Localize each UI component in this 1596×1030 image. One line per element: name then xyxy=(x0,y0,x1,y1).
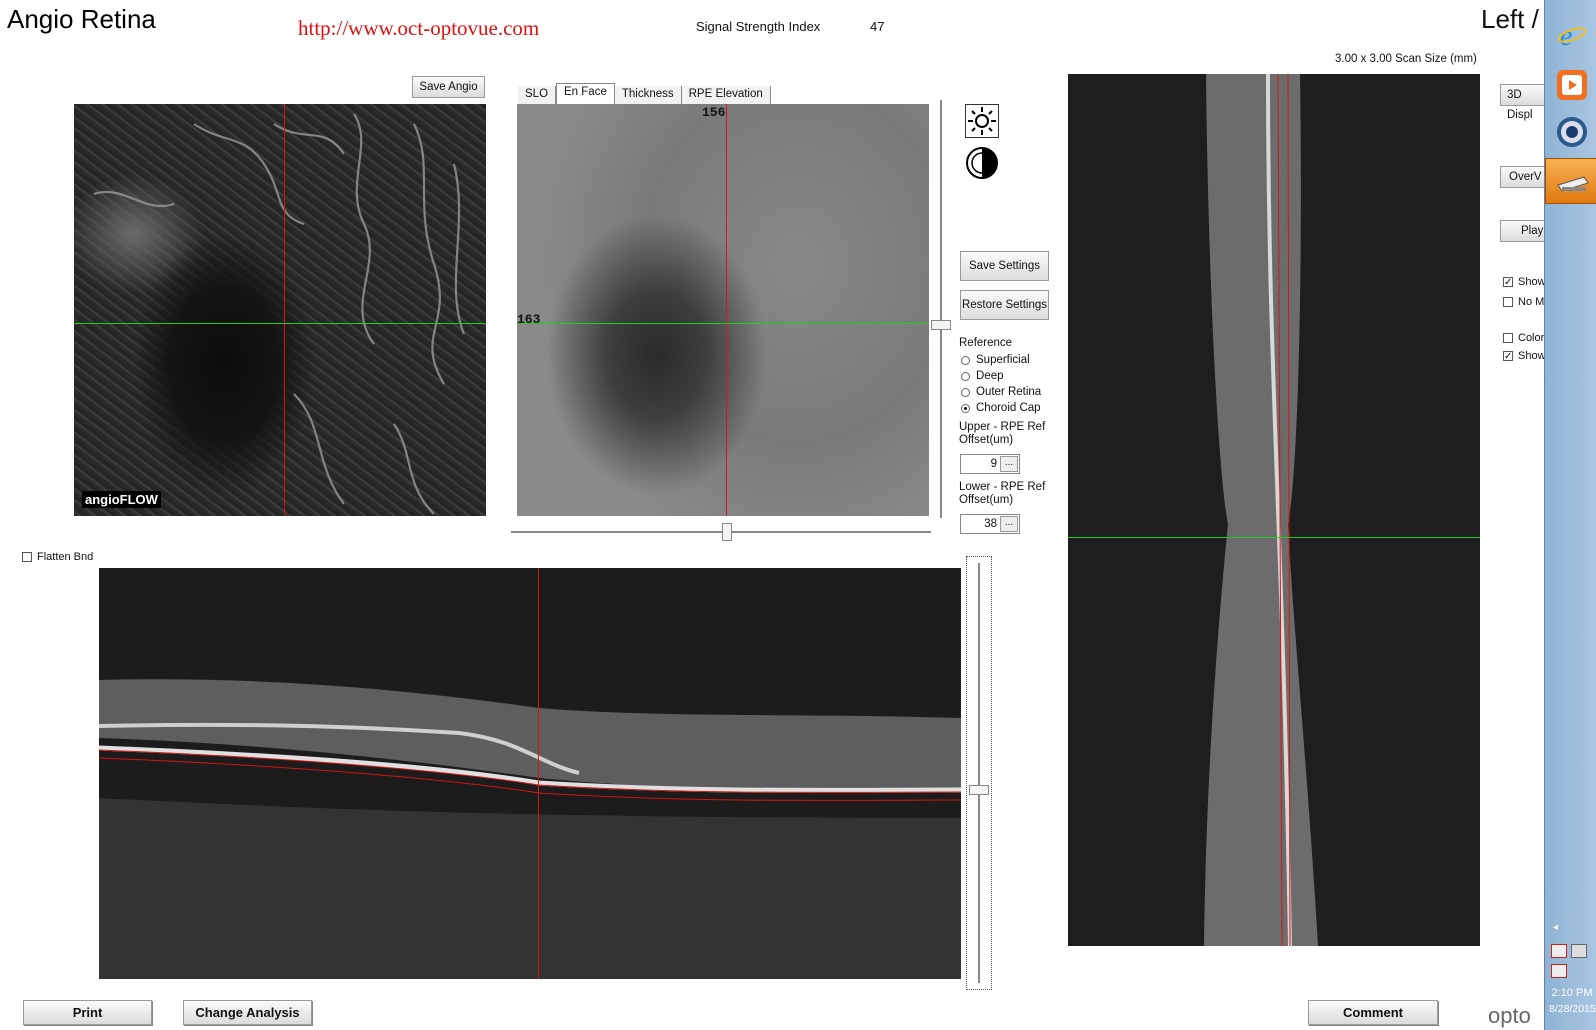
radio-dot-selected xyxy=(961,403,970,413)
radio-choroid-cap[interactable]: Choroid Cap xyxy=(961,400,1041,416)
angio-vessel-pattern xyxy=(93,113,466,515)
vertical-bscan-layers xyxy=(1204,74,1318,946)
vertical-bscan-image[interactable] xyxy=(1068,74,1480,946)
lower-offset-field[interactable]: 38 ... xyxy=(960,514,1020,534)
angio-horizontal-cursor xyxy=(74,323,486,324)
radio-dot xyxy=(961,387,970,397)
checkbox-label: Flatten Bnd xyxy=(37,551,94,563)
enface-tabs: SLO En Face Thickness RPE Elevation xyxy=(518,83,771,105)
radio-dot xyxy=(961,371,970,381)
tab-slo[interactable]: SLO xyxy=(518,86,557,104)
radio-label: Deep xyxy=(976,370,1004,382)
clock-date[interactable]: 8/28/2015 xyxy=(1549,1003,1596,1015)
clock-time[interactable]: 2:10 PM xyxy=(1549,987,1595,999)
checkbox-box xyxy=(1503,333,1513,343)
display-icon[interactable] xyxy=(1571,944,1587,958)
lower-offset-ellipsis-button[interactable]: ... xyxy=(1000,516,1018,532)
flatten-bnd-checkbox[interactable]: Flatten Bnd xyxy=(22,551,93,563)
bscan-vertical-slider[interactable] xyxy=(966,556,992,990)
oct-app-taskbar-button[interactable] xyxy=(1545,158,1596,204)
network-error-icon[interactable] xyxy=(1551,944,1567,958)
bscan-image[interactable] xyxy=(99,568,961,979)
contrast-icon[interactable] xyxy=(965,146,999,180)
bscan-retina-layers xyxy=(99,679,961,979)
save-settings-button[interactable]: Save Settings xyxy=(960,251,1049,281)
show-checkbox-1[interactable]: ✓ Show xyxy=(1503,276,1546,288)
restore-settings-button[interactable]: Restore Settings xyxy=(960,290,1049,320)
radio-label: Choroid Cap xyxy=(976,402,1041,414)
depth-vertical-slider-thumb[interactable] xyxy=(931,320,951,330)
overview-button[interactable]: OverV xyxy=(1500,166,1550,188)
enface-horizontal-slider-thumb[interactable] xyxy=(722,523,732,541)
website-url: http://www.oct-optovue.com xyxy=(298,16,540,40)
checkbox-box-checked: ✓ xyxy=(1503,277,1513,288)
bscan-slider-track xyxy=(978,563,980,983)
radio-label: Outer Retina xyxy=(976,386,1042,398)
bscan-slider-thumb[interactable] xyxy=(969,785,989,795)
radio-outer-retina[interactable]: Outer Retina xyxy=(961,384,1041,400)
optovue-brand: opto xyxy=(1488,1003,1531,1028)
comment-button[interactable]: Comment xyxy=(1308,1000,1438,1025)
enface-top-marker: 156 xyxy=(702,105,726,120)
signal-strength-value: 47 xyxy=(870,19,885,34)
enface-image[interactable]: 156 163 xyxy=(517,104,929,516)
volume-muted-icon[interactable] xyxy=(1551,964,1567,978)
enface-horizontal-slider-track[interactable] xyxy=(511,531,931,533)
checkbox-box-checked: ✓ xyxy=(1503,351,1513,362)
depth-vertical-slider-track[interactable] xyxy=(940,100,942,518)
show-checkbox-2[interactable]: ✓ Show xyxy=(1503,350,1546,362)
brightness-icon[interactable] xyxy=(965,104,999,138)
reference-options: Superficial Deep Outer Retina Choroid Ca… xyxy=(961,352,1041,416)
checkbox-label: Show xyxy=(1518,350,1546,362)
vertical-bscan-horizontal-cursor xyxy=(1068,537,1480,538)
upper-offset-field[interactable]: 9 ... xyxy=(960,454,1020,474)
lower-offset-label: Lower - RPE Ref Offset(um) xyxy=(959,481,1046,506)
color-checkbox[interactable]: Color xyxy=(1503,332,1544,344)
checkbox-box xyxy=(22,552,32,562)
tab-en-face[interactable]: En Face xyxy=(556,83,615,105)
enface-horizontal-cursor xyxy=(517,323,929,324)
bscan-vertical-cursor xyxy=(538,568,539,979)
upper-offset-value: 9 xyxy=(990,458,997,470)
radio-label: Superficial xyxy=(976,354,1030,366)
save-angio-button[interactable]: Save Angio xyxy=(412,76,485,98)
enface-left-marker: 163 xyxy=(517,312,541,327)
angio-vertical-cursor xyxy=(284,104,285,516)
show-hidden-icons-chevron-icon[interactable]: ◂ xyxy=(1553,922,1558,933)
radio-deep[interactable]: Deep xyxy=(961,368,1041,384)
checkbox-box xyxy=(1503,297,1513,307)
no-m-checkbox[interactable]: No M xyxy=(1503,296,1544,308)
checkbox-label: Show xyxy=(1518,276,1546,288)
print-button[interactable]: Print xyxy=(23,1000,152,1025)
eye-label: Left / xyxy=(1481,4,1539,34)
scanner-icon xyxy=(1557,176,1589,192)
checkbox-label: Color xyxy=(1518,332,1545,344)
angioflow-logo: angioFLOW xyxy=(82,491,161,508)
play-button[interactable]: Play xyxy=(1500,220,1550,242)
angio-flow-image[interactable]: angioFLOW xyxy=(74,104,486,516)
reference-label: Reference xyxy=(959,337,1013,349)
lower-offset-value: 38 xyxy=(984,518,997,530)
change-analysis-button[interactable]: Change Analysis xyxy=(183,1000,312,1025)
signal-strength-label: Signal Strength Index xyxy=(696,19,821,34)
windows-taskbar: e ◂ 2:10 PM 8/28/2015 xyxy=(1544,0,1596,1030)
scan-size-label: 3.00 x 3.00 Scan Size (mm) xyxy=(1335,53,1477,65)
upper-offset-label: Upper - RPE Ref Offset(um) xyxy=(959,421,1046,446)
tab-rpe-elevation[interactable]: RPE Elevation xyxy=(681,86,771,104)
checkbox-label: No M xyxy=(1518,296,1545,308)
media-player-icon[interactable] xyxy=(1557,70,1587,100)
enface-vertical-cursor xyxy=(726,104,727,516)
radio-dot xyxy=(961,355,970,365)
app-title: Angio Retina xyxy=(7,4,156,34)
3d-display-button[interactable]: 3D Displ xyxy=(1500,84,1550,121)
internet-explorer-icon[interactable]: e xyxy=(1557,20,1587,52)
radio-superficial[interactable]: Superficial xyxy=(961,352,1041,368)
upper-offset-ellipsis-button[interactable]: ... xyxy=(1000,456,1018,472)
webcam-icon[interactable] xyxy=(1557,117,1587,147)
tab-thickness[interactable]: Thickness xyxy=(614,86,682,104)
